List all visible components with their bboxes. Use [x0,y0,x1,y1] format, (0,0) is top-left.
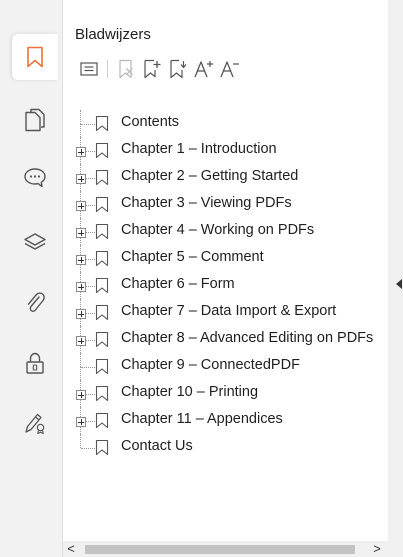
bookmark-label: Chapter 6 – Form [121,276,235,292]
tree-line [80,434,81,448]
expand-icon[interactable] [76,309,86,319]
add-bookmark-button[interactable] [140,57,164,81]
bookmark-item[interactable]: Chapter 7 – Data Import & Export [74,299,388,326]
expand-icon[interactable] [76,417,86,427]
bookmark-icon [95,196,109,213]
bookmark-item[interactable]: Chapter 4 – Working on PDFs [74,218,388,245]
scroll-right-button[interactable]: > [369,541,385,557]
expand-icon[interactable] [76,255,86,265]
decrease-font-button[interactable] [218,57,242,81]
bookmark-icon [95,331,109,348]
tree-line [80,367,81,380]
add-child-bookmark-button[interactable] [166,57,190,81]
rail-tab-layers[interactable] [12,220,58,266]
bookmark-label: Chapter 4 – Working on PDFs [121,222,315,238]
scroll-left-button[interactable]: < [63,541,79,557]
bookmark-tree: Contents Chapter 1 – Introduction Chapter … [74,110,388,461]
rail-tab-signatures[interactable] [12,400,58,446]
bookmarks-panel: Bladwijzers Contents Chapter 1 – Introdu… [63,0,388,557]
pages-icon [25,108,45,132]
decrease-font-icon [220,61,239,78]
bookmark-label: Chapter 9 – ConnectedPDF [121,357,300,373]
bookmark-item[interactable]: Chapter 9 – ConnectedPDF [74,353,388,380]
bookmark-icon [95,250,109,267]
bookmark-item[interactable]: Chapter 11 – Appendices [74,407,388,434]
expand-icon[interactable] [76,174,86,184]
bookmark-item[interactable]: Chapter 10 – Printing [74,380,388,407]
bookmark-item[interactable]: Contents [74,110,388,137]
bookmark-options-button[interactable] [77,57,101,81]
rail-tab-attachments[interactable] [12,280,58,326]
bookmark-icon [95,277,109,294]
comment-icon [24,168,46,188]
bookmark-label: Chapter 5 – Comment [121,249,264,265]
increase-font-button[interactable] [192,57,216,81]
bookmark-label: Chapter 2 – Getting Started [121,168,299,184]
collapse-panel-icon[interactable] [396,279,402,289]
tree-line [81,367,95,368]
tree-line [80,353,81,367]
bookmark-label: Chapter 1 – Introduction [121,141,277,157]
navigation-rail [0,0,63,557]
increase-font-icon [194,61,213,78]
add-bookmark-icon [144,59,161,79]
bookmark-icon [95,223,109,240]
bookmark-item[interactable]: Chapter 3 – Viewing PDFs [74,191,388,218]
paperclip-icon [27,292,45,312]
bookmark-icon [95,115,109,132]
bookmark-icon [95,412,109,429]
expand-icon[interactable] [76,201,86,211]
bookmark-icon [95,142,109,159]
bookmark-label: Chapter 11 – Appendices [121,411,283,427]
bookmark-label: Chapter 7 – Data Import & Export [121,303,337,319]
bookmark-item[interactable]: Chapter 1 – Introduction [74,137,388,164]
bookmarks-toolbar [77,57,244,81]
bookmark-icon [95,358,109,375]
delete-bookmark-icon [119,59,133,79]
tree-line [80,124,81,137]
delete-bookmark-button[interactable] [114,57,138,81]
expand-icon[interactable] [76,336,86,346]
expand-icon[interactable] [76,147,86,157]
scroll-thumb[interactable] [85,545,355,554]
bookmark-label: Chapter 3 – Viewing PDFs [121,195,292,211]
bookmark-label: Contact Us [121,438,193,454]
bookmark-icon [27,46,43,68]
toolbar-separator [107,60,108,78]
bookmark-item[interactable]: Chapter 8 – Advanced Editing on PDFs [74,326,388,353]
tree-line [81,124,95,125]
bookmark-item[interactable]: Chapter 5 – Comment [74,245,388,272]
bookmark-label: Chapter 10 – Printing [121,384,259,400]
bookmark-item[interactable]: Chapter 6 – Form [74,272,388,299]
rail-tab-pages[interactable] [12,97,58,143]
signature-icon [25,413,45,435]
expand-icon[interactable] [76,228,86,238]
bookmark-label: Contents [121,114,180,130]
bookmark-icon [95,169,109,186]
bookmark-icon [95,304,109,321]
rail-tab-security[interactable] [12,340,58,386]
tree-line [80,110,81,124]
expand-icon[interactable] [76,390,86,400]
bookmark-item[interactable]: Chapter 2 – Getting Started [74,164,388,191]
horizontal-scrollbar[interactable]: < > [63,541,388,557]
expand-icon[interactable] [76,282,86,292]
bookmark-item[interactable]: Contact Us [74,434,388,461]
add-child-bookmark-icon [170,59,187,79]
layers-icon [24,233,46,250]
bookmark-options-icon [80,62,98,76]
lock-icon [26,352,44,374]
bookmark-icon [95,385,109,402]
panel-title: Bladwijzers [75,26,151,43]
rail-tab-bookmarks[interactable] [12,34,58,80]
tree-line [81,448,95,449]
bookmark-label: Chapter 8 – Advanced Editing on PDFs [121,330,374,346]
bookmark-icon [95,439,109,456]
rail-tab-comments[interactable] [12,155,58,201]
